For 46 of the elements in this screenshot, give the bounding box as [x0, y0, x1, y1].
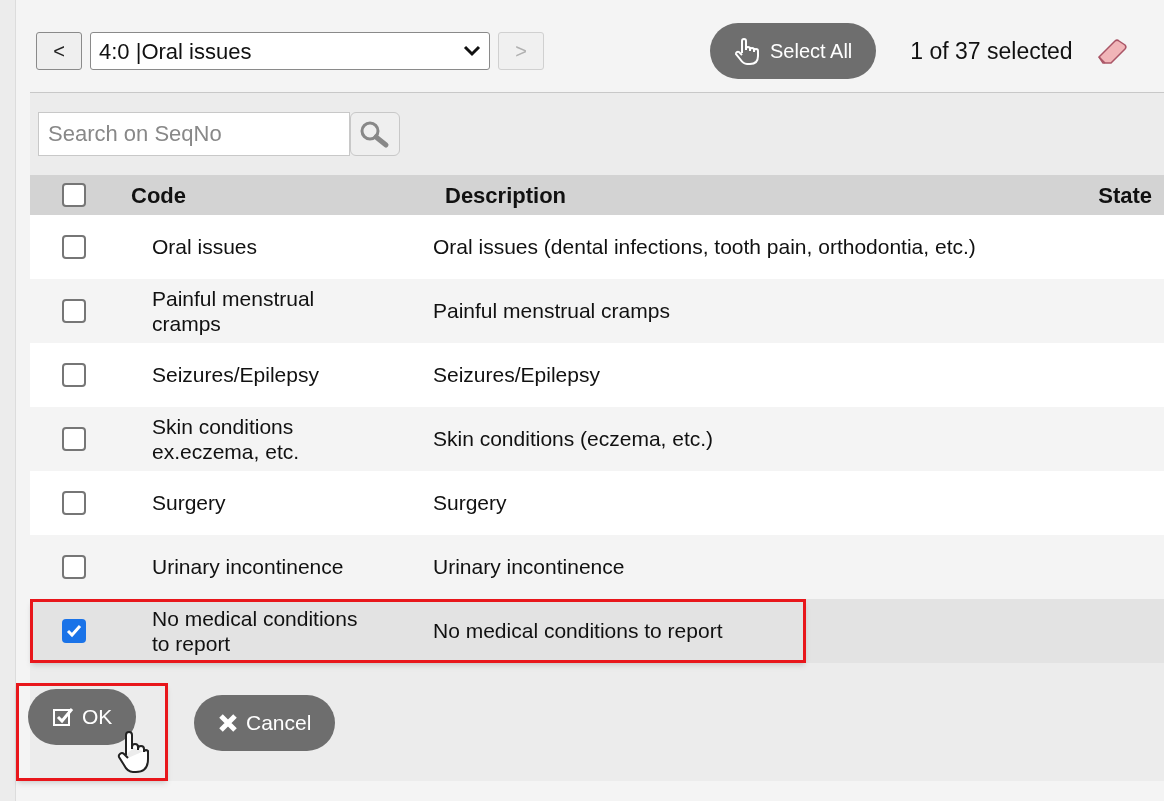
table-row[interactable]: Surgery Surgery	[30, 471, 1164, 535]
table-cell-text: Urinary incontinence	[433, 554, 626, 581]
table-row[interactable]: Oral issues Oral issues (dental infections, tooth pain, orthodontia, etc.)	[30, 215, 1164, 279]
previous-button[interactable]: <	[36, 32, 82, 70]
column-header: Code	[131, 181, 187, 210]
column-header: State	[1098, 181, 1153, 210]
table-cell-text: Painful menstrual cramps	[152, 285, 316, 337]
table-cell-text: Surgery	[152, 490, 227, 516]
check-icon	[66, 624, 82, 638]
selection-count: 1 of 37 selected	[910, 36, 1073, 66]
search-button[interactable]	[350, 112, 400, 156]
hand-cursor-icon	[116, 729, 150, 775]
checkbox[interactable]	[62, 299, 86, 323]
checkbox[interactable]	[62, 427, 86, 451]
option-dropdown[interactable]: 4:0 |Oral issues	[90, 32, 490, 70]
pointing-hand-icon	[734, 37, 760, 65]
table-row[interactable]: Skin conditions ex.eczema, etc. Skin conditions (eczema, etc.)	[30, 407, 1164, 471]
checkbox[interactable]	[62, 555, 86, 579]
table-cell-text: Painful menstrual cramps	[433, 298, 671, 325]
checkbox[interactable]	[62, 363, 86, 387]
table-cell-text: Skin conditions ex.eczema, etc.	[152, 413, 301, 465]
checkbox[interactable]	[62, 235, 86, 259]
checkbox[interactable]	[62, 183, 86, 207]
search-field[interactable]: Search on SeqNo	[38, 112, 350, 156]
table-cell-text: Skin conditions (eczema, etc.)	[433, 426, 715, 453]
table-cell-text: Seizures/Epilepsy	[152, 362, 320, 388]
ok-button[interactable]: OK	[28, 689, 137, 745]
checkbox[interactable]	[62, 491, 86, 515]
close-icon	[218, 713, 238, 733]
table-row[interactable]: Seizures/Epilepsy Seizures/Epilepsy	[30, 343, 1164, 407]
table-row[interactable]: No medical conditions to report No medical conditions to report	[30, 599, 1164, 663]
table-cell-text: Surgery	[433, 490, 508, 517]
table-cell-text: Oral issues	[152, 234, 259, 260]
select-all-button[interactable]: Select All	[710, 23, 877, 79]
table-cell-text: Urinary incontinence	[152, 554, 345, 580]
checkbox-tick-icon	[52, 707, 74, 727]
checkbox[interactable]	[62, 619, 86, 643]
table-cell-text: Seizures/Epilepsy	[433, 362, 601, 389]
table-row[interactable]: Painful menstrual cramps Painful menstrual cramps	[30, 279, 1164, 343]
cancel-button[interactable]: Cancel	[194, 695, 336, 751]
column-header: Description	[445, 181, 568, 210]
table-row[interactable]: Urinary incontinence Urinary incontinence	[30, 535, 1164, 599]
table-cell-text: Oral issues (dental infections, tooth pain, orthodontia, etc.)	[433, 234, 977, 261]
table-cell-text: No medical conditions to report	[152, 605, 359, 657]
chevron-down-icon	[463, 45, 481, 57]
table-cell-text: No medical conditions to report	[433, 618, 724, 645]
